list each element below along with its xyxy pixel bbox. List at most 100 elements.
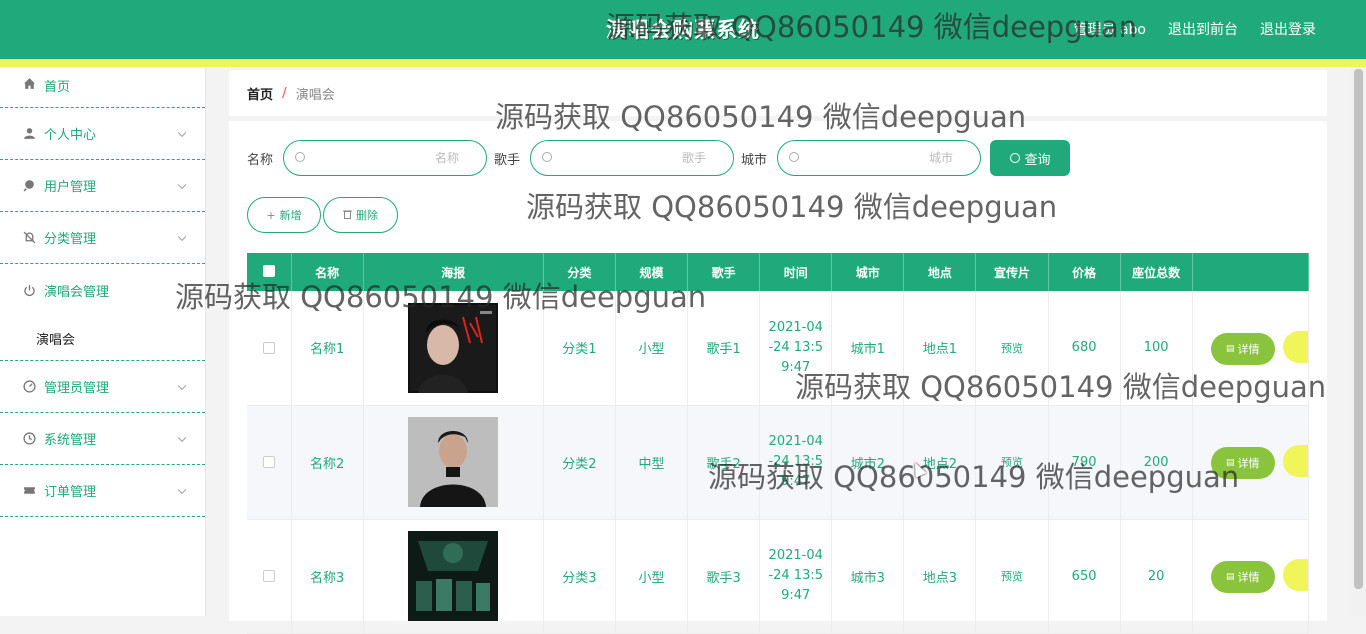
scrollbar-thumb[interactable] — [1354, 69, 1363, 589]
sidebar-item-home[interactable]: 首页 — [0, 67, 205, 108]
singer-cell: 歌手2 — [687, 405, 761, 520]
sidebar-item-label: 分类管理 — [44, 232, 97, 247]
concert-table: 名称 海报 分类 规模 歌手 时间 城市 地点 宣传片 价格 座位总数 名称1 … — [247, 253, 1310, 634]
back-to-frontend-link[interactable]: 退出到前台 — [1168, 19, 1238, 39]
name-search-box — [283, 140, 488, 176]
bell-off-icon — [22, 231, 36, 245]
home-icon — [22, 76, 36, 90]
city-search-input[interactable] — [808, 141, 954, 175]
column-header[interactable]: 规模 — [615, 253, 689, 291]
sidebar-item-admin[interactable]: 管理员管理 — [0, 361, 205, 413]
select-all-checkbox[interactable] — [262, 264, 275, 277]
add-button-label: 新增 — [279, 209, 302, 222]
city-search-box — [777, 140, 982, 176]
document-icon: ▤ — [1225, 571, 1235, 582]
category-cell: 分类1 — [543, 291, 616, 406]
singer-cell: 歌手1 — [687, 291, 761, 406]
city-cell: 城市2 — [831, 405, 905, 520]
time-cell: 2021-04 -24 13:5 9:47 — [759, 291, 833, 406]
document-icon: ▤ — [1225, 457, 1235, 468]
breadcrumb-separator: / — [282, 85, 287, 101]
sidebar-item-label: 首页 — [44, 80, 71, 95]
table-header-row: 名称 海报 分类 规模 歌手 时间 城市 地点 宣传片 价格 座位总数 — [247, 253, 1310, 291]
query-button[interactable]: 查询 — [990, 140, 1071, 176]
city-cell: 城市1 — [831, 291, 905, 406]
sidebar-item-system[interactable]: 系统管理 — [0, 413, 205, 465]
sidebar-item-label: 用户管理 — [44, 180, 97, 195]
row-checkbox[interactable] — [262, 341, 275, 354]
column-header[interactable]: 时间 — [759, 253, 833, 291]
sidebar-item-label: 管理员管理 — [44, 381, 110, 396]
time-line: -24 13:5 — [768, 339, 823, 355]
edit-button[interactable] — [1282, 559, 1308, 592]
logout-link[interactable]: 退出登录 — [1260, 19, 1316, 39]
category-cell: 分类2 — [543, 405, 616, 520]
power-icon — [22, 283, 36, 297]
search-icon — [295, 152, 306, 162]
delete-button[interactable]: 删除 — [323, 197, 398, 233]
sidebar-item-orders[interactable]: 订单管理 — [0, 465, 205, 517]
poster-image[interactable] — [408, 531, 499, 621]
edit-button[interactable] — [1282, 331, 1308, 363]
operations-header — [1192, 253, 1310, 291]
time-line: 9:47 — [781, 474, 811, 489]
scale-cell: 中型 — [615, 405, 689, 520]
trash-icon — [343, 209, 352, 222]
sidebar: 首页 个人中心 用户管理 分类管理 演唱会管理 演唱会 管理员管理 系统管理 订… — [0, 67, 206, 616]
column-header[interactable]: 城市 — [831, 253, 905, 291]
detail-button[interactable]: ▤ 详情 — [1210, 560, 1275, 593]
add-button[interactable]: + 新增 — [247, 197, 321, 233]
poster-image[interactable] — [408, 302, 499, 393]
row-select — [247, 405, 292, 520]
column-header[interactable]: 名称 — [291, 253, 364, 291]
column-header[interactable]: 宣传片 — [975, 253, 1049, 291]
search-bar: 名称 歌手 城市 查询 — [247, 140, 1071, 176]
admin-user-link[interactable]: 管理员 abo — [1074, 19, 1146, 39]
chevron-down-icon — [177, 485, 187, 494]
sidebar-item-profile[interactable]: 个人中心 — [0, 108, 205, 160]
sidebar-item-category[interactable]: 分类管理 — [0, 212, 205, 264]
detail-button-label: 详情 — [1237, 456, 1260, 470]
promo-preview-link[interactable]: 预览 — [975, 291, 1049, 406]
time-line: -24 13:5 — [768, 568, 823, 583]
document-icon: ▤ — [1225, 343, 1235, 354]
breadcrumb: 首页 / 演唱会 — [229, 70, 1327, 116]
chevron-down-icon — [177, 180, 187, 189]
detail-button[interactable]: ▤ 详情 — [1210, 446, 1275, 479]
singer-search-input[interactable] — [561, 141, 707, 175]
name-search-input[interactable] — [314, 141, 460, 175]
column-header[interactable]: 座位总数 — [1120, 253, 1193, 291]
sidebar-subitem-concert[interactable]: 演唱会 — [0, 316, 205, 361]
column-header[interactable]: 分类 — [543, 253, 616, 291]
top-accent-stripe — [0, 59, 1366, 67]
column-header[interactable]: 地点 — [903, 253, 977, 291]
row-checkbox[interactable] — [262, 570, 275, 582]
table-row: 名称1 分类1 小型 歌手1 2021-04 -24 13:5 9:47 城市1… — [247, 291, 1310, 406]
breadcrumb-home[interactable]: 首页 — [247, 84, 273, 103]
column-header[interactable]: 海报 — [363, 253, 544, 291]
sidebar-item-label: 演唱会 — [36, 332, 76, 348]
query-button-label: 查询 — [1024, 152, 1051, 168]
promo-preview-link[interactable]: 预览 — [975, 405, 1049, 520]
edit-button[interactable] — [1282, 445, 1308, 478]
time-cell: 2021-04 -24 13:5 9:47 — [759, 405, 833, 520]
app-title: 演唱会购票系统 — [606, 18, 760, 42]
column-header[interactable]: 价格 — [1048, 253, 1121, 291]
time-line: 9:47 — [781, 359, 811, 375]
top-links: 管理员 abo 退出到前台 退出登录 — [1074, 19, 1316, 39]
column-header[interactable]: 歌手 — [687, 253, 761, 291]
sidebar-item-label: 演唱会管理 — [44, 284, 110, 300]
ticket-icon — [22, 484, 36, 498]
name-label: 名称 — [247, 152, 274, 168]
sidebar-item-concert-mgmt[interactable]: 演唱会管理 — [0, 264, 205, 316]
detail-button[interactable]: ▤ 详情 — [1210, 332, 1275, 365]
poster-cell — [363, 405, 544, 520]
time-line: -24 13:5 — [768, 454, 823, 469]
pin-icon — [22, 179, 36, 193]
sidebar-item-users[interactable]: 用户管理 — [0, 160, 205, 212]
row-checkbox[interactable] — [262, 456, 275, 468]
content-panel: 名称 歌手 城市 查询 + 新增 — [229, 121, 1327, 634]
poster-image[interactable] — [408, 417, 499, 507]
chevron-down-icon — [177, 433, 187, 442]
page-scrollbar[interactable] — [1351, 67, 1366, 616]
